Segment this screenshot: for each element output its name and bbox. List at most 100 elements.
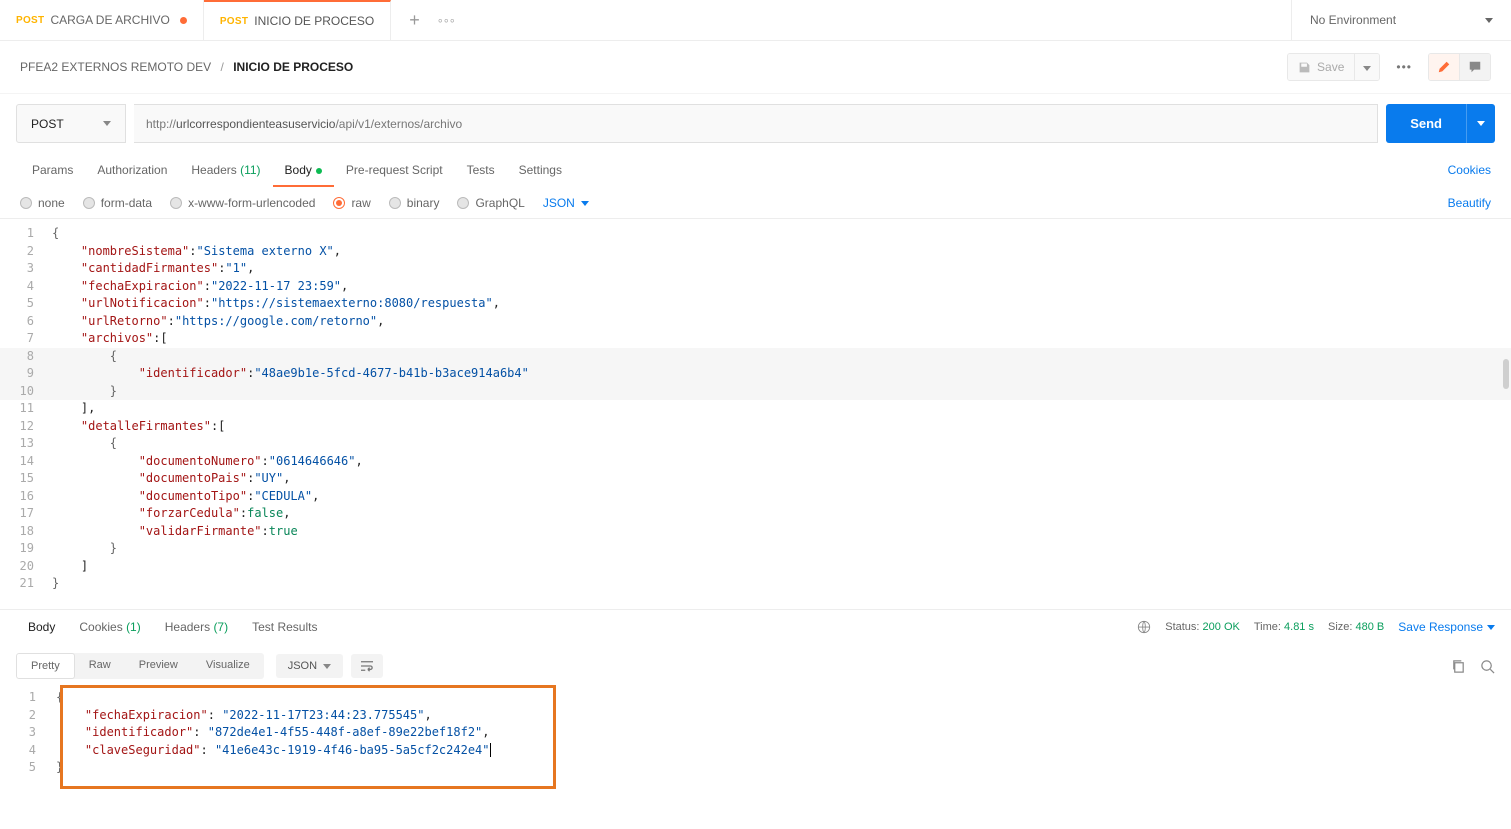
code-line: 1{ — [0, 689, 1511, 707]
chevron-down-icon — [1363, 66, 1371, 71]
code-line: 14 "documentoNumero":"0614646646", — [0, 453, 1511, 471]
code-line: 15 "documentoPais":"UY", — [0, 470, 1511, 488]
body-type-row: none form-data x-www-form-urlencoded raw… — [0, 188, 1511, 219]
code-line: 18 "validarFirmante":true — [0, 523, 1511, 541]
modified-dot-icon — [316, 168, 322, 174]
chevron-down-icon — [323, 664, 331, 669]
size-label: Size: 480 B — [1328, 621, 1384, 633]
response-body-editor[interactable]: 1{2 "fechaExpiracion": "2022-11-17T23:44… — [0, 687, 1511, 777]
tab-authorization[interactable]: Authorization — [85, 153, 179, 187]
chevron-down-icon — [1487, 625, 1495, 630]
code-line: 12 "detalleFirmantes":[ — [0, 418, 1511, 436]
code-line: 11 ], — [0, 400, 1511, 418]
code-line: 7 "archivos":[ — [0, 330, 1511, 348]
save-button[interactable]: Save — [1288, 54, 1354, 80]
tab-params[interactable]: Params — [20, 153, 85, 187]
bodytype-raw[interactable]: raw — [333, 196, 370, 210]
tab-tests[interactable]: Tests — [455, 153, 507, 187]
resp-tab-cookies[interactable]: Cookies (1) — [67, 610, 152, 644]
new-tab-button[interactable]: + — [391, 10, 438, 31]
request-body-editor[interactable]: 1{2 "nombreSistema":"Sistema externo X",… — [0, 219, 1511, 597]
send-dropdown[interactable] — [1466, 104, 1495, 143]
comment-mode-button[interactable] — [1459, 54, 1490, 80]
search-response-button[interactable] — [1480, 659, 1495, 674]
resp-tab-testresults[interactable]: Test Results — [240, 610, 329, 644]
comment-icon — [1468, 60, 1482, 74]
code-line: 21} — [0, 575, 1511, 593]
copy-icon — [1451, 659, 1466, 674]
environment-selector[interactable]: No Environment — [1291, 0, 1511, 40]
view-pretty[interactable]: Pretty — [16, 653, 75, 679]
scrollbar-thumb[interactable] — [1503, 359, 1509, 389]
code-line: 10 } — [0, 383, 1511, 401]
view-visualize[interactable]: Visualize — [192, 653, 264, 679]
save-dropdown[interactable] — [1354, 54, 1379, 80]
wrap-icon — [360, 660, 374, 672]
resp-tab-body[interactable]: Body — [16, 610, 67, 644]
chevron-down-icon — [581, 201, 589, 206]
response-view-toggle: Pretty Raw Preview Visualize — [16, 653, 264, 679]
pencil-icon — [1437, 60, 1451, 74]
code-line: 5} — [0, 759, 1511, 777]
response-toolbar: Pretty Raw Preview Visualize JSON — [0, 645, 1511, 687]
code-line: 19 } — [0, 540, 1511, 558]
chevron-down-icon — [1485, 18, 1493, 23]
code-line: 2 "nombreSistema":"Sistema externo X", — [0, 243, 1511, 261]
code-line: 17 "forzarCedula":false, — [0, 505, 1511, 523]
tab-body[interactable]: Body — [273, 153, 334, 187]
resp-tab-headers[interactable]: Headers (7) — [153, 610, 240, 644]
status-label: Status: 200 OK — [1165, 621, 1240, 633]
bodytype-none[interactable]: none — [20, 196, 65, 210]
globe-icon[interactable] — [1137, 620, 1151, 634]
send-button[interactable]: Send — [1386, 116, 1466, 131]
bodytype-xwww[interactable]: x-www-form-urlencoded — [170, 196, 315, 210]
environment-label: No Environment — [1310, 13, 1396, 27]
tab-overflow-button[interactable]: ◦◦◦ — [438, 12, 456, 28]
code-line: 6 "urlRetorno":"https://google.com/retor… — [0, 313, 1511, 331]
save-button-group: Save — [1287, 53, 1380, 81]
code-line: 3 "cantidadFirmantes":"1", — [0, 260, 1511, 278]
code-line: 8 { — [0, 348, 1511, 366]
radio-icon — [389, 197, 401, 209]
code-line: 16 "documentoTipo":"CEDULA", — [0, 488, 1511, 506]
code-line: 13 { — [0, 435, 1511, 453]
tab-prerequest[interactable]: Pre-request Script — [334, 153, 455, 187]
url-input[interactable]: http://urlcorrespondienteasuservicio/api… — [134, 104, 1378, 143]
code-line: 4 "claveSeguridad": "41e6e43c-1919-4f46-… — [0, 742, 1511, 760]
breadcrumb[interactable]: PFEA2 EXTERNOS REMOTO DEV / INICIO DE PR… — [20, 60, 353, 74]
code-line: 3 "identificador": "872de4e1-4f55-448f-a… — [0, 724, 1511, 742]
search-icon — [1480, 659, 1495, 674]
request-tab[interactable]: POSTINICIO DE PROCESO — [204, 0, 391, 40]
radio-icon — [170, 197, 182, 209]
view-preview[interactable]: Preview — [125, 653, 192, 679]
breadcrumb-row: PFEA2 EXTERNOS REMOTO DEV / INICIO DE PR… — [0, 41, 1511, 94]
edit-mode-button[interactable] — [1429, 54, 1459, 80]
code-line: 9 "identificador":"48ae9b1e-5fcd-4677-b4… — [0, 365, 1511, 383]
code-line: 4 "fechaExpiracion":"2022-11-17 23:59", — [0, 278, 1511, 296]
bodytype-graphql[interactable]: GraphQL — [457, 196, 524, 210]
save-icon — [1298, 61, 1311, 74]
method-selector[interactable]: POST — [16, 104, 126, 143]
request-tab[interactable]: POSTCARGA DE ARCHIVO — [0, 0, 204, 40]
response-language-selector[interactable]: JSON — [276, 654, 343, 678]
save-response-button[interactable]: Save Response — [1398, 620, 1495, 634]
cookies-link[interactable]: Cookies — [1448, 153, 1491, 187]
code-line: 2 "fechaExpiracion": "2022-11-17T23:44:2… — [0, 707, 1511, 725]
radio-icon — [457, 197, 469, 209]
url-row: POST http://urlcorrespondienteasuservici… — [0, 94, 1511, 153]
tab-settings[interactable]: Settings — [507, 153, 574, 187]
more-actions-button[interactable]: ••• — [1388, 54, 1420, 80]
view-raw[interactable]: Raw — [75, 653, 125, 679]
language-selector[interactable]: JSON — [543, 196, 589, 210]
modified-dot-icon — [180, 17, 187, 24]
tab-headers[interactable]: Headers (11) — [179, 153, 272, 187]
request-subtabs: Params Authorization Headers (11) Body P… — [0, 153, 1511, 188]
wrap-lines-button[interactable] — [351, 654, 383, 678]
radio-icon — [333, 197, 345, 209]
copy-response-button[interactable] — [1451, 659, 1466, 674]
beautify-link[interactable]: Beautify — [1448, 196, 1491, 210]
chevron-down-icon — [103, 121, 111, 126]
bodytype-formdata[interactable]: form-data — [83, 196, 152, 210]
response-tabs: Body Cookies (1) Headers (7) Test Result… — [0, 609, 1511, 645]
bodytype-binary[interactable]: binary — [389, 196, 440, 210]
